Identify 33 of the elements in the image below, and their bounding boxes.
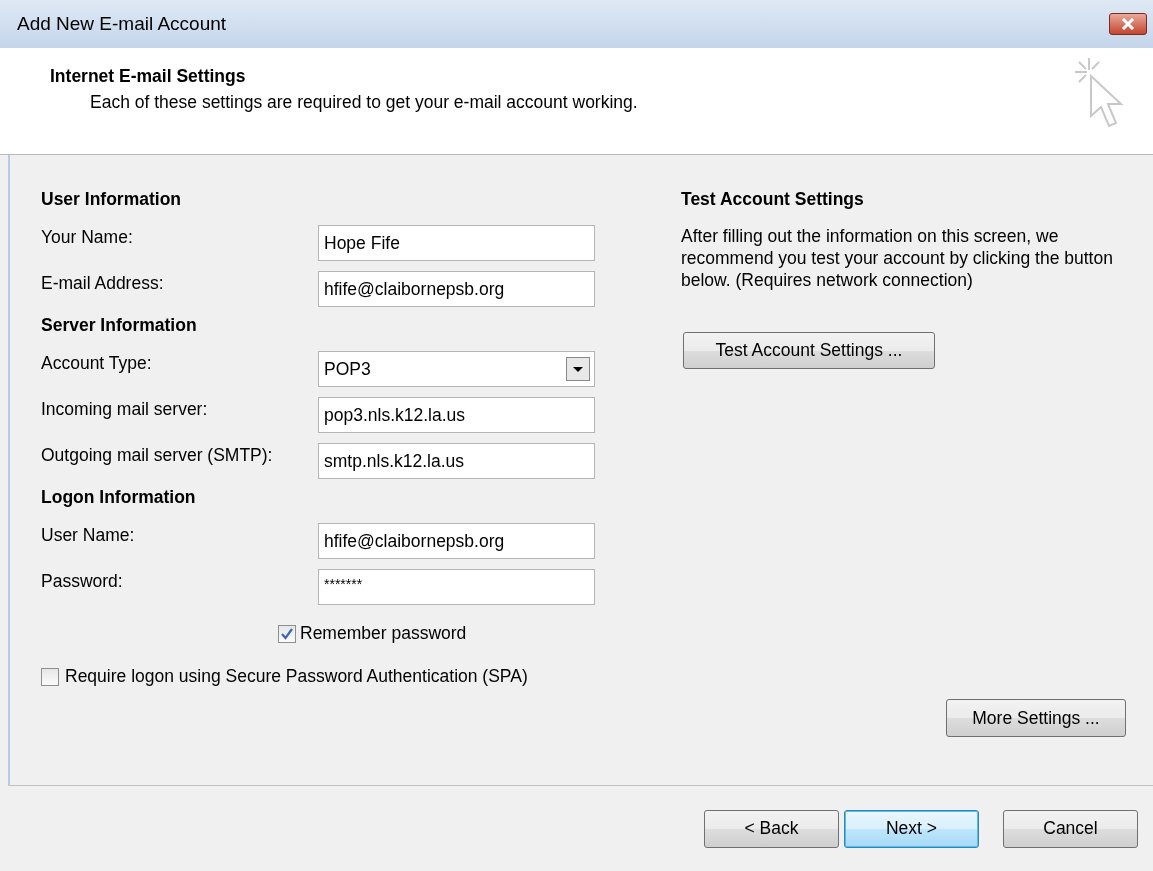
- field-label: User Name:: [41, 524, 136, 546]
- close-icon: [1120, 18, 1136, 30]
- checkbox-label[interactable]: Remember password: [300, 623, 467, 644]
- window-title: Add New E-mail Account: [17, 13, 227, 35]
- section-heading: Test Account Settings: [681, 189, 864, 211]
- field-label: Your Name:: [41, 226, 134, 248]
- account-type-dropdown[interactable]: POP3: [318, 351, 595, 387]
- wizard-button[interactable]: < Back: [704, 809, 839, 848]
- checkbox-label[interactable]: Require logon using Secure Password Authentication (SPA): [65, 666, 528, 687]
- test-account-button[interactable]: Test Account Settings ...: [683, 332, 935, 369]
- test-description: After filling out the information on this screen, we recommend you test your account by clicking the button below. (Requires network connection): [681, 225, 1114, 291]
- wizard-button[interactable]: Cancel: [1003, 809, 1138, 848]
- close-button[interactable]: [1109, 13, 1147, 35]
- wizard-button[interactable]: Next >: [844, 809, 979, 848]
- section-heading: Server Information: [41, 315, 198, 337]
- input-field[interactable]: hfife@claibornepsb.org: [318, 523, 595, 559]
- field-label: Account Type:: [41, 352, 153, 374]
- input-field[interactable]: smtp.nls.k12.la.us: [318, 443, 595, 479]
- checkbox[interactable]: [41, 667, 59, 686]
- more-settings-button[interactable]: More Settings ...: [946, 699, 1126, 737]
- field-label: Outgoing mail server (SMTP):: [41, 444, 274, 466]
- input-field[interactable]: hfife@claibornepsb.org: [318, 271, 595, 307]
- input-field[interactable]: Hope Fife: [318, 225, 595, 261]
- checkbox[interactable]: [278, 624, 296, 643]
- page-heading: Internet E-mail Settings: [50, 66, 247, 87]
- field-label: E-mail Address:: [41, 272, 165, 294]
- section-heading: User Information: [41, 189, 183, 211]
- input-field[interactable]: pop3.nls.k12.la.us: [318, 397, 595, 433]
- field-label: Incoming mail server:: [41, 398, 209, 420]
- field-label: Password:: [41, 570, 124, 592]
- page-description: Each of these settings are required to get your e-mail account working.: [89, 92, 638, 113]
- password-field[interactable]: *******: [318, 569, 595, 605]
- section-heading: Logon Information: [41, 487, 197, 509]
